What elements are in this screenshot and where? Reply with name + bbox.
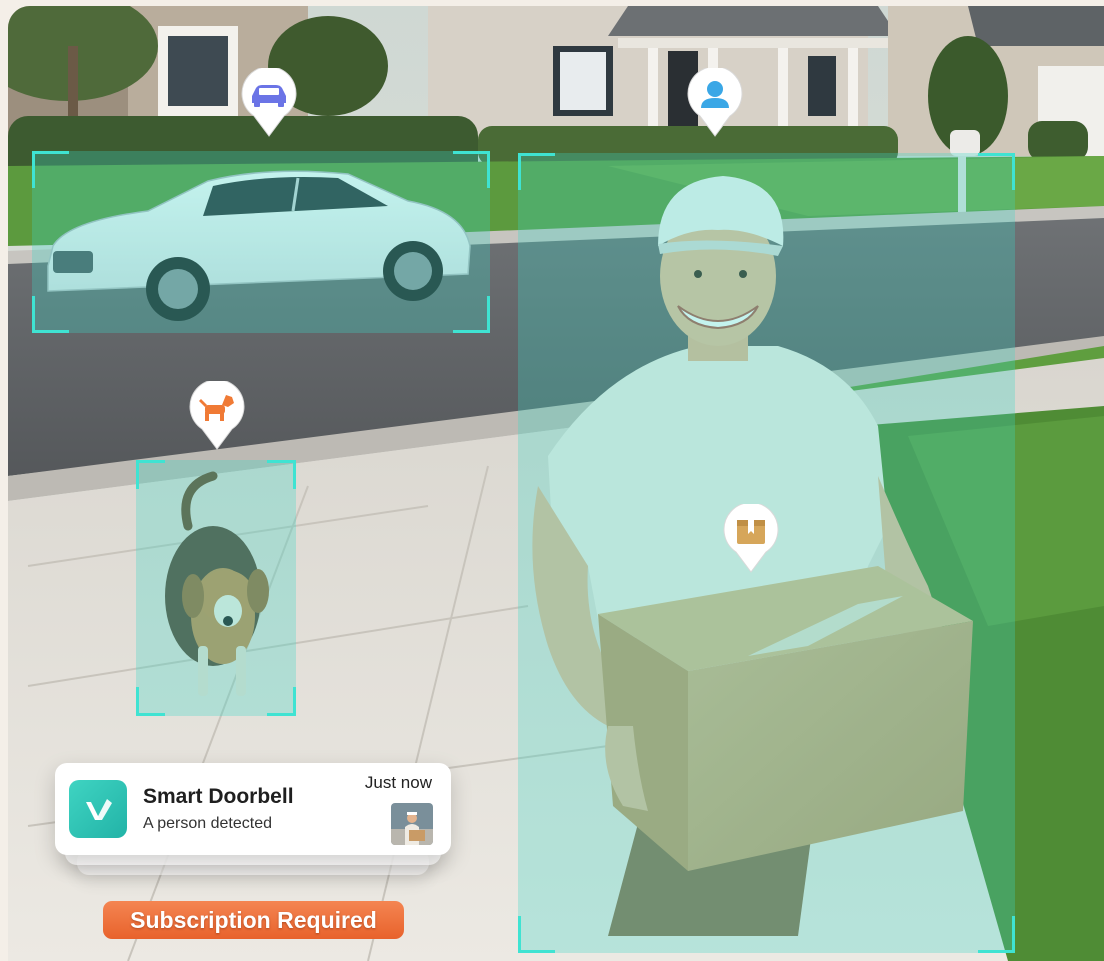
package-pin xyxy=(723,504,779,573)
notification-thumbnail xyxy=(391,803,433,845)
subscription-required-badge: Subscription Required xyxy=(103,901,404,939)
car-pin xyxy=(241,68,297,137)
person-pin xyxy=(687,68,743,137)
app-logo-icon xyxy=(69,780,127,838)
notification-title: Smart Doorbell xyxy=(143,785,294,808)
vehicle-detection-box xyxy=(32,151,490,333)
notification-stack: Smart Doorbell A person detected Just no… xyxy=(55,763,451,879)
notification-card[interactable]: Smart Doorbell A person detected Just no… xyxy=(55,763,451,855)
dog-pin xyxy=(189,381,245,450)
notification-time: Just now xyxy=(364,773,432,792)
notification-body: A person detected xyxy=(143,815,272,832)
pet-detection-box xyxy=(136,460,296,716)
house-center xyxy=(428,6,898,146)
package-icon xyxy=(737,520,765,544)
